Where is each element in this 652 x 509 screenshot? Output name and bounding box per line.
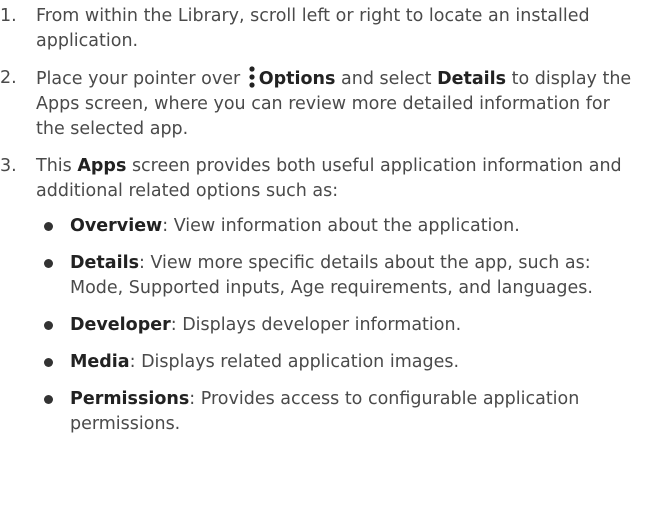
bullet-icon — [44, 222, 53, 231]
options-label: Options — [258, 69, 336, 89]
option-label: Overview — [70, 216, 163, 236]
kebab-vertical-dots-icon — [249, 66, 255, 88]
step-number: 3. — [0, 156, 17, 176]
step-2: 2. Place your pointer over Options and s… — [0, 66, 636, 142]
option-description: : Displays developer information. — [170, 315, 462, 335]
apps-label: Apps — [77, 156, 127, 176]
option-label: Permissions — [70, 389, 190, 409]
bullet-icon — [44, 321, 53, 330]
bullet-icon — [44, 358, 53, 367]
options-list: Overview: View information about the app… — [36, 214, 636, 437]
steps-list: 1. From within the Library, scroll left … — [0, 4, 652, 437]
bullet-icon — [44, 259, 53, 268]
option-overview: Overview: View information about the app… — [36, 214, 636, 239]
option-description: : View information about the application… — [162, 216, 520, 236]
option-description: : Displays related application images. — [129, 352, 460, 372]
details-label: Details — [437, 69, 507, 89]
step-text: From within the Library, scroll left or … — [36, 6, 590, 51]
option-media: Media: Displays related application imag… — [36, 350, 636, 375]
option-developer: Developer: Displays developer informatio… — [36, 313, 636, 338]
instructions-page: 1. From within the Library, scroll left … — [0, 4, 652, 449]
option-permissions: Permissions: Provides access to configur… — [36, 387, 636, 437]
option-details: Details: View more specific details abou… — [36, 251, 636, 301]
bullet-icon — [44, 395, 53, 404]
option-description: : View more specific details about the a… — [70, 253, 593, 298]
step-text-before: Place your pointer over — [36, 69, 241, 89]
step-text-before: This — [36, 156, 72, 176]
step-text-middle: and select — [341, 69, 432, 89]
step-number: 2. — [0, 68, 17, 88]
option-label: Media — [70, 352, 130, 372]
option-label: Details — [70, 253, 139, 273]
step-1: 1. From within the Library, scroll left … — [0, 4, 636, 54]
step-number: 1. — [0, 6, 17, 26]
option-label: Developer — [70, 315, 171, 335]
step-3: 3. This Apps screen provides both useful… — [0, 154, 636, 437]
